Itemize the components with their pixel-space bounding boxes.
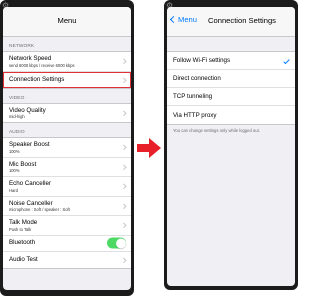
row-title: Noise Canceller xyxy=(9,199,53,207)
menu-item-video-quality[interactable]: Video Quality mid-high xyxy=(3,104,131,123)
row-title: Video Quality xyxy=(9,106,46,114)
video-group: Video Quality mid-high xyxy=(3,102,131,123)
option-direct-connection[interactable]: Direct connection xyxy=(167,70,295,88)
menu-item-bluetooth: Bluetooth xyxy=(3,236,131,252)
option-label: TCP tunneling xyxy=(173,93,213,100)
chevron-right-icon xyxy=(120,77,126,82)
row-title: Bluetooth xyxy=(9,239,36,247)
row-title: Mic Boost xyxy=(9,160,37,168)
phone-connection-settings: ⚙ Menu Connection Settings Follow Wi-Fi … xyxy=(164,0,298,290)
phone-menu: ⚙ Menu NETWORK Network Speed send 6000 k… xyxy=(0,0,134,296)
row-subtitle: 100% xyxy=(9,148,20,154)
menu-item-connection-settings[interactable]: Connection Settings xyxy=(3,71,131,88)
row-title: Connection Settings xyxy=(9,75,65,83)
bluetooth-toggle[interactable] xyxy=(107,237,126,249)
menu-item-noise-canceller[interactable]: Noise Canceller microphone : Soft / spea… xyxy=(3,197,131,216)
toggle-knob xyxy=(115,238,126,248)
page-title: Connection Settings xyxy=(208,16,276,25)
page-title: Menu xyxy=(57,16,77,25)
row-title: Echo Canceller xyxy=(9,180,51,187)
option-label: Direct connection xyxy=(173,75,221,82)
option-label: Follow Wi-Fi settings xyxy=(173,57,231,64)
option-label: Via HTTP proxy xyxy=(173,111,217,119)
menu-item-speaker-boost[interactable]: Speaker Boost 100% xyxy=(3,138,131,158)
audio-group: Speaker Boost 100% Mic Boost 100% Echo C… xyxy=(3,137,131,269)
row-title: Talk Mode xyxy=(9,219,38,226)
settings-note: You can change settings only while logge… xyxy=(173,128,260,133)
chevron-right-icon xyxy=(120,58,126,64)
menu-sheet: Menu NETWORK Network Speed send 6000 kbp… xyxy=(3,7,131,290)
chevron-right-icon xyxy=(120,144,126,150)
section-header-network: NETWORK xyxy=(9,44,35,49)
section-header-audio: AUDIO xyxy=(9,130,25,135)
connection-settings-sheet: Menu Connection Settings Follow Wi-Fi se… xyxy=(167,7,295,286)
option-follow-wifi[interactable]: Follow Wi-Fi settings xyxy=(167,52,295,70)
chevron-right-icon xyxy=(120,203,126,209)
row-subtitle: mid-high xyxy=(9,114,25,119)
menu-item-echo-canceller[interactable]: Echo Canceller Hard xyxy=(3,177,131,197)
section-header-video: VIDEO xyxy=(9,95,25,101)
menu-item-mic-boost[interactable]: Mic Boost 100% xyxy=(3,158,131,177)
option-http-proxy[interactable]: Via HTTP proxy xyxy=(167,106,295,124)
row-subtitle: Push to Talk xyxy=(9,226,32,232)
chevron-left-icon xyxy=(169,15,178,24)
right-arrow-icon xyxy=(137,138,161,158)
chevron-right-icon xyxy=(120,257,126,262)
row-title: Network Speed xyxy=(9,55,52,62)
checkmark-icon xyxy=(283,57,290,65)
menu-item-talk-mode[interactable]: Talk Mode Push to Talk xyxy=(3,216,131,236)
option-tcp-tunneling[interactable]: TCP tunneling xyxy=(167,88,295,106)
chevron-right-icon xyxy=(120,110,126,116)
row-subtitle: microphone : Soft / speaker : Soft xyxy=(9,207,70,212)
connection-navbar: Menu Connection Settings xyxy=(167,7,295,37)
row-subtitle: Hard xyxy=(9,187,18,193)
menu-item-network-speed[interactable]: Network Speed send 6000 kbps / receive 6… xyxy=(3,52,131,72)
row-subtitle: send 6000 kbps / receive 6000 kbps xyxy=(9,62,75,68)
menu-item-audio-test[interactable]: Audio Test xyxy=(3,252,131,268)
row-subtitle: 100% xyxy=(9,168,20,173)
menu-navbar: Menu xyxy=(3,7,131,37)
chevron-right-icon xyxy=(120,183,126,189)
connection-options-group: Follow Wi-Fi settings Direct connection … xyxy=(167,51,295,125)
row-title: Speaker Boost xyxy=(9,141,50,148)
chevron-right-icon xyxy=(120,222,126,228)
connection-options: Follow Wi-Fi settings Direct connection … xyxy=(167,37,295,136)
row-title: Audio Test xyxy=(9,255,38,263)
network-group: Network Speed send 6000 kbps / receive 6… xyxy=(3,51,131,89)
screenshot-stage: ⚙ Menu NETWORK Network Speed send 6000 k… xyxy=(0,0,300,296)
chevron-right-icon xyxy=(120,164,126,170)
